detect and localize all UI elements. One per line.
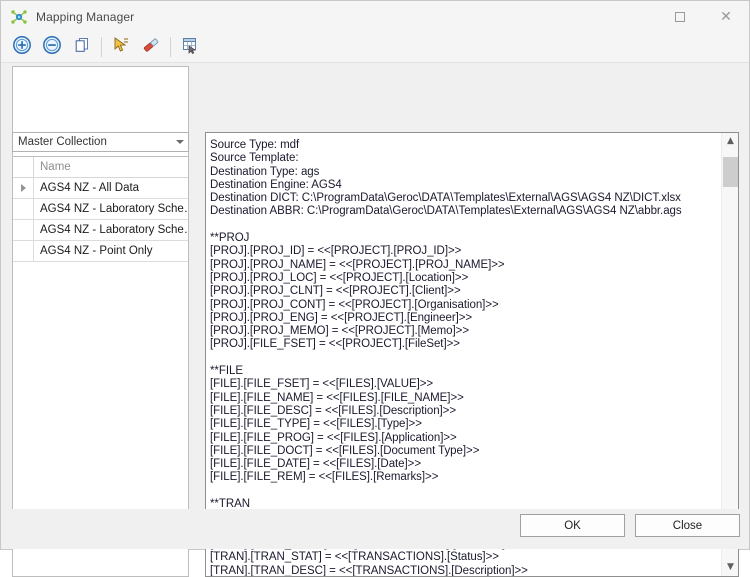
mapping-text-line: Source Template: [210,152,299,165]
titlebar: Mapping Manager ✕ [1,1,749,32]
chevron-up-icon: ▲ [727,136,734,146]
maximize-icon [675,11,685,22]
plus-circle-icon [12,35,32,60]
chevron-down-icon: ▼ [727,562,734,572]
scroll-up-button[interactable]: ▲ [722,133,738,150]
grid-properties-button[interactable] [175,34,205,60]
mapping-text-line: Destination Engine: AGS4 [210,178,342,191]
select-button[interactable] [106,34,136,60]
mapping-text-line: [FILE].[FILE_PROG] = <<[FILES].[Applicat… [210,431,457,444]
mapping-text-line: [FILE].[FILE_NAME] = <<[FILES].[FILE_NAM… [210,391,464,404]
column-header-name: Name [40,161,71,173]
current-row-caret-icon [20,184,26,192]
mapping-text-line: [PROJ].[PROJ_ENG] = <<[PROJECT].[Enginee… [210,311,473,324]
mapping-text-line [210,352,717,365]
mapping-text-line: **PROJ [210,232,250,245]
remove-button[interactable] [37,34,67,60]
row-selector-cell[interactable] [13,241,34,261]
row-selector-cell[interactable] [13,199,34,219]
row-selector-header [13,157,34,177]
copy-pages-icon [72,35,92,60]
mapping-text-line: [PROJ].[PROJ_MEMO] = <<[PROJECT].[Memo]>… [210,325,470,338]
table-row[interactable]: AGS4 NZ - All Data [13,178,188,199]
mapping-text-line: Destination Type: ags [210,165,320,178]
erase-button[interactable] [136,34,166,60]
mapping-name-cell: AGS4 NZ - All Data [40,182,140,194]
mapping-text-line: [TRAN].[TRAN_DESC] = <<[TRANSACTIONS].[D… [210,564,528,577]
mapping-name-cell: AGS4 NZ - Point Only [40,245,153,257]
maximize-button[interactable] [657,1,703,32]
collection-selector-value: Master Collection [18,136,107,148]
close-window-button[interactable]: ✕ [703,1,749,32]
mapping-name-cell: AGS4 NZ - Laboratory Sche… [40,203,188,215]
close-button[interactable]: Close [635,514,740,537]
collection-selector[interactable]: Master Collection [12,132,189,152]
row-selector-cell[interactable] [13,178,34,198]
mapping-text-line: [FILE].[FILE_DATE] = <<[FILES].[Date]>> [210,458,422,471]
mapping-text-line: Source Type: mdf [210,139,300,151]
network-nodes-icon [10,8,28,26]
mapping-text-line: [FILE].[FILE_REM] = <<[FILES].[Remarks]>… [210,471,439,484]
mappings-grid-rows: AGS4 NZ - All Data AGS4 NZ - Laboratory S… [13,178,188,262]
mapping-text-line: **FILE [210,365,243,378]
mapping-text-line: [FILE].[FILE_TYPE] = <<[FILES].[Type]>> [210,418,422,431]
mapping-text-line: Destination ABBR: C:\ProgramData\Geroc\D… [210,205,682,218]
dialog-footer: OK Close [1,509,749,549]
toolbar [1,32,749,63]
cursor-arrow-icon [111,35,131,60]
mapping-text-line: [PROJ].[PROJ_CONT] = <<[PROJECT].[Organi… [210,298,499,311]
table-query-icon [180,35,200,60]
add-button[interactable] [7,34,37,60]
mapping-text-line [210,219,717,232]
toolbar-separator-2 [170,37,171,57]
table-row[interactable]: AGS4 NZ - Laboratory Sche… [13,220,188,241]
main-content: Master Collection Name AGS4 NZ - All Dat… [1,63,749,577]
scrollbar-thumb[interactable] [723,157,738,187]
mapping-name-cell: AGS4 NZ - Laboratory Sche… [40,224,188,236]
mapping-text-line: [FILE].[FILE_FSET] = <<[FILES].[VALUE]>> [210,378,434,391]
close-icon: ✕ [720,8,732,25]
chevron-down-icon [171,133,188,151]
mappings-grid-header: Name [13,157,188,178]
mapping-text-line [210,485,717,498]
mapping-text-line: [PROJ].[FILE_FSET] = <<[PROJECT].[FileSe… [210,338,460,351]
mapping-text-line: Destination DICT: C:\ProgramData\Geroc\D… [210,192,681,205]
ok-button[interactable]: OK [520,514,625,537]
copy-button[interactable] [67,34,97,60]
mapping-text-line: [FILE].[FILE_DESC] = <<[FILES].[Descript… [210,404,457,417]
window-controls: ✕ [657,1,749,32]
window-title: Mapping Manager [36,9,135,24]
mapping-manager-window: Mapping Manager ✕ Master Collection Name… [0,0,750,577]
mapping-text-line: [PROJ].[PROJ_NAME] = <<[PROJECT].[PROJ_N… [210,258,505,271]
mapping-text-line: [PROJ].[PROJ_ID] = <<[PROJECT].[PROJ_ID]… [210,245,462,258]
mapping-text-line: [FILE].[FILE_DOCT] = <<[FILES].[Document… [210,444,480,457]
eraser-icon [141,35,161,60]
table-row[interactable]: AGS4 NZ - Point Only [13,241,188,262]
scroll-down-button[interactable]: ▼ [722,559,738,576]
toolbar-separator-1 [101,37,102,57]
row-selector-cell[interactable] [13,220,34,240]
mapping-text-line: [PROJ].[PROJ_LOC] = <<[PROJECT].[Locatio… [210,271,469,284]
mapping-text-line: [TRAN].[TRAN_STAT] = <<[TRANSACTIONS].[S… [210,551,499,564]
table-row[interactable]: AGS4 NZ - Laboratory Sche… [13,199,188,220]
minus-circle-icon [42,35,62,60]
mapping-text-line: [PROJ].[PROJ_CLNT] = <<[PROJECT].[Client… [210,285,461,298]
